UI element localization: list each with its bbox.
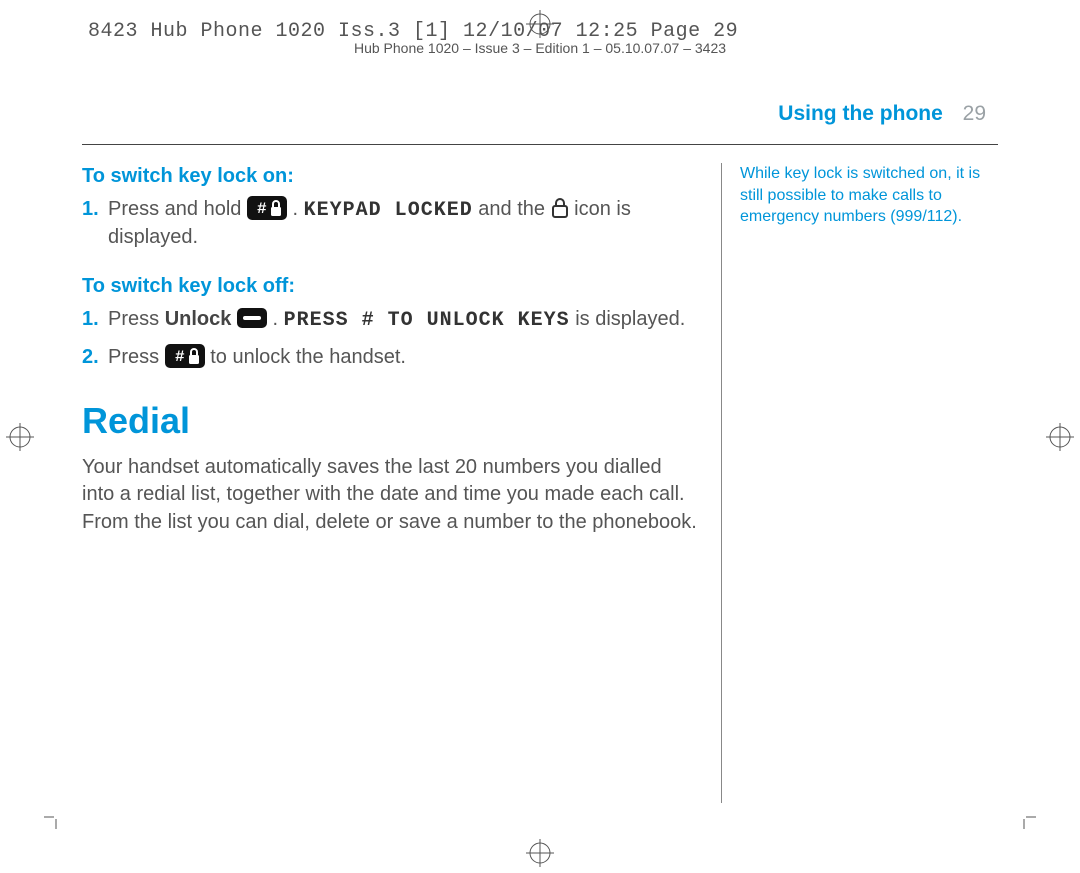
heading-keylock-on: To switch key lock on: — [82, 163, 699, 190]
step: 1. Press and hold # . KEYPAD LOCKED and … — [82, 196, 699, 251]
step-number: 1. — [82, 196, 99, 223]
softkey-icon — [237, 308, 267, 328]
step-text: is displayed. — [575, 308, 685, 330]
registration-mark-left — [6, 423, 34, 451]
display-text: KEYPAD LOCKED — [304, 199, 473, 222]
step-text: to unlock the handset. — [210, 346, 406, 368]
registration-mark-bottom — [526, 839, 554, 867]
side-note: While key lock is switched on, it is sti… — [740, 163, 998, 228]
crop-mark-bottom-left — [44, 805, 68, 829]
steps-keylock-on: 1. Press and hold # . KEYPAD LOCKED and … — [82, 196, 699, 251]
side-column: While key lock is switched on, it is sti… — [721, 163, 998, 803]
step-text: . — [273, 308, 284, 330]
step: 2. Press # to unlock the handset. — [82, 344, 699, 371]
step-text: Press and hold — [108, 198, 247, 220]
softkey-label: Unlock — [165, 308, 232, 330]
lock-icon — [551, 197, 569, 219]
running-head: Using the phone 29 — [82, 102, 998, 145]
crop-mark-bottom-right — [1012, 805, 1036, 829]
heading-keylock-off: To switch key lock off: — [82, 273, 699, 300]
step-number: 2. — [82, 344, 99, 371]
step-text: . — [293, 198, 304, 220]
print-slug-line-2: Hub Phone 1020 – Issue 3 – Edition 1 – 0… — [354, 40, 726, 56]
registration-mark-right — [1046, 423, 1074, 451]
step-number: 1. — [82, 306, 99, 333]
steps-keylock-off: 1. Press Unlock . PRESS # TO UNLOCK KEYS… — [82, 306, 699, 371]
heading-redial: Redial — [82, 397, 699, 446]
svg-text:#: # — [257, 200, 267, 218]
paragraph-redial: Your handset automatically saves the las… — [82, 454, 699, 537]
step-text: Press — [108, 308, 165, 330]
svg-text:#: # — [175, 348, 185, 366]
running-head-page-number: 29 — [963, 102, 986, 125]
running-head-title: Using the phone — [778, 102, 943, 125]
page-body: Using the phone 29 To switch key lock on… — [82, 102, 998, 791]
display-text: PRESS # TO UNLOCK KEYS — [284, 309, 570, 332]
main-column: To switch key lock on: 1. Press and hold… — [82, 163, 721, 803]
hash-lock-key-icon: # — [247, 196, 287, 220]
step: 1. Press Unlock . PRESS # TO UNLOCK KEYS… — [82, 306, 699, 334]
step-text: Press — [108, 346, 165, 368]
step-text: and the — [478, 198, 550, 220]
hash-lock-key-icon: # — [165, 344, 205, 368]
